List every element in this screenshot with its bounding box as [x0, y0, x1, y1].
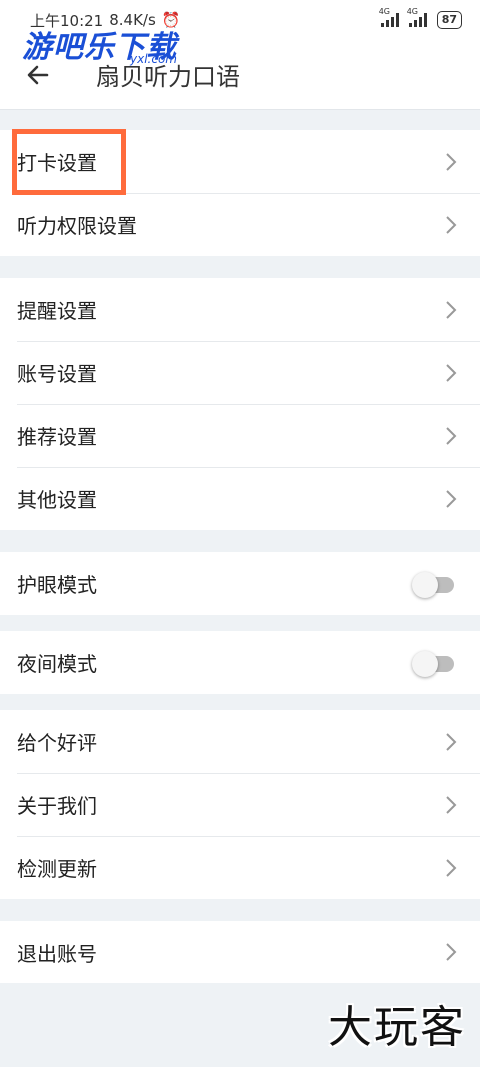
settings-group-6: 退出账号 — [0, 921, 480, 983]
row-label: 其他设置 — [17, 488, 97, 512]
chevron-right-icon — [446, 489, 457, 508]
row-label: 检测更新 — [17, 857, 97, 881]
row-label: 提醒设置 — [17, 299, 97, 323]
row-label: 夜间模式 — [17, 652, 97, 676]
row-recommend-settings[interactable]: 推荐设置 — [0, 404, 480, 467]
row-check-update[interactable]: 检测更新 — [0, 836, 480, 899]
row-rate-us[interactable]: 给个好评 — [0, 710, 480, 773]
row-about-us[interactable]: 关于我们 — [0, 773, 480, 836]
row-listening-permission[interactable]: 听力权限设置 — [0, 193, 480, 256]
highlight-box — [12, 129, 126, 195]
settings-group-5: 给个好评 关于我们 检测更新 — [0, 710, 480, 899]
row-label: 推荐设置 — [17, 425, 97, 449]
toggle-knob — [412, 650, 438, 677]
row-eye-protection: 护眼模式 — [0, 552, 480, 615]
signal-icon-1: 4G — [379, 7, 399, 27]
watermark-url: yxl.com — [130, 52, 177, 66]
chevron-right-icon — [446, 732, 457, 751]
night-mode-toggle[interactable] — [412, 650, 456, 677]
chevron-right-icon — [446, 363, 457, 382]
settings-group-3: 护眼模式 — [0, 552, 480, 615]
chevron-right-icon — [446, 152, 457, 171]
row-other-settings[interactable]: 其他设置 — [0, 467, 480, 530]
row-label: 护眼模式 — [17, 573, 97, 597]
status-right: 4G 4G 87 — [379, 7, 462, 29]
chevron-right-icon — [446, 795, 457, 814]
settings-group-4: 夜间模式 — [0, 631, 480, 694]
toggle-knob — [412, 571, 438, 598]
row-label: 给个好评 — [17, 731, 97, 755]
row-label: 听力权限设置 — [17, 214, 137, 238]
eye-protection-toggle[interactable] — [412, 571, 456, 598]
chevron-right-icon — [446, 943, 457, 961]
chevron-right-icon — [446, 215, 457, 234]
corner-watermark: 大玩客 — [328, 1002, 466, 1053]
signal-icon-2: 4G — [407, 7, 427, 27]
row-night-mode: 夜间模式 — [0, 631, 480, 694]
battery-icon: 87 — [436, 11, 462, 29]
row-label: 账号设置 — [17, 362, 97, 386]
settings-group-2: 提醒设置 账号设置 推荐设置 其他设置 — [0, 278, 480, 530]
chevron-right-icon — [446, 426, 457, 445]
chevron-right-icon — [446, 858, 457, 877]
row-account-settings[interactable]: 账号设置 — [0, 341, 480, 404]
chevron-right-icon — [446, 300, 457, 319]
row-label: 退出账号 — [17, 941, 97, 966]
row-logout[interactable]: 退出账号 — [0, 921, 480, 983]
row-reminder-settings[interactable]: 提醒设置 — [0, 278, 480, 341]
row-label: 关于我们 — [17, 794, 97, 818]
